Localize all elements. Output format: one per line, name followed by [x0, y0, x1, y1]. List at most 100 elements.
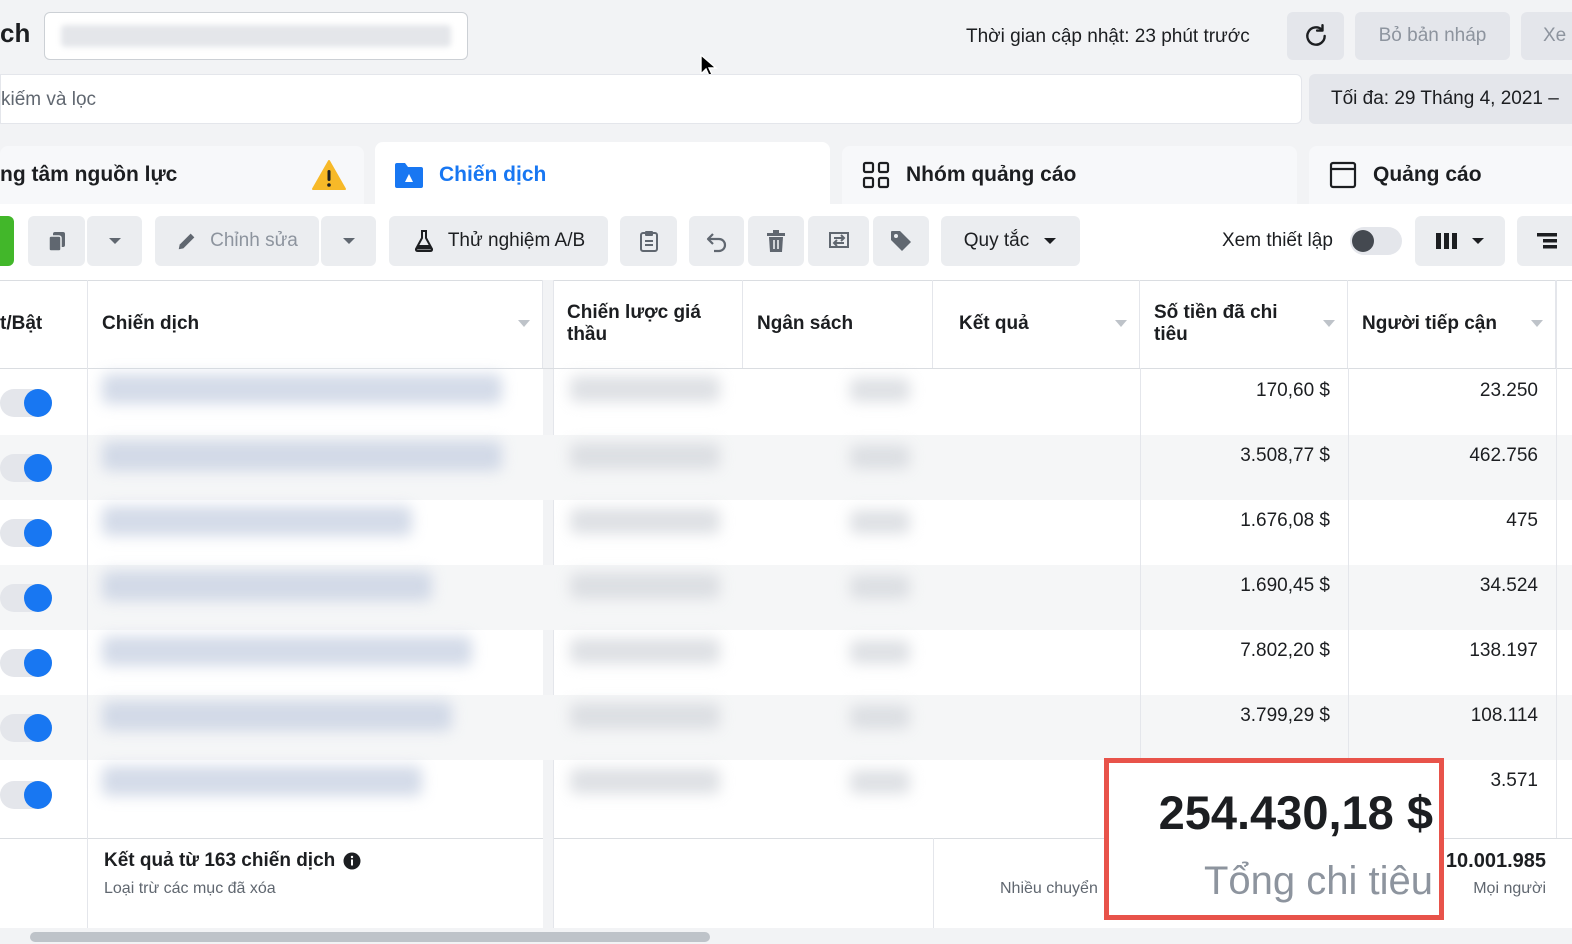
blurred-budget — [850, 445, 910, 469]
results-note: Nhiều chuyển — [1000, 880, 1098, 897]
spent-cell: 7.802,20 $ — [1240, 640, 1330, 661]
summary-title: Kết quả từ 163 chiến dịch — [104, 850, 361, 872]
blurred-budget — [850, 770, 910, 794]
export-button[interactable] — [808, 216, 869, 266]
blurred-budget — [850, 510, 910, 534]
view-setup-toggle[interactable] — [1350, 227, 1402, 255]
col-header-amount-spent[interactable]: Số tiền đã chi tiêu — [1140, 280, 1348, 368]
info-icon[interactable] — [343, 852, 361, 870]
col-header-toggle[interactable]: t/Bật — [0, 280, 88, 368]
search-filter-bar[interactable]: kiếm và lọc — [0, 74, 1302, 124]
table-row[interactable]: 1.690,45 $ 34.524 — [0, 565, 1572, 630]
tab-ads[interactable]: Quảng cáo — [1309, 146, 1572, 204]
campaign-name-input[interactable] — [44, 12, 468, 60]
blurred-campaign-name — [102, 374, 502, 404]
col-header-budget[interactable]: Ngân sách — [743, 280, 933, 368]
reach-cell: 108.114 — [1470, 705, 1538, 726]
undo-button[interactable] — [689, 216, 744, 266]
blurred-budget — [850, 378, 910, 402]
rules-label: Quy tắc — [963, 230, 1030, 251]
delete-button[interactable] — [748, 216, 804, 266]
table-row[interactable]: 1.676,08 $ 475 — [0, 500, 1572, 565]
toggle-knob — [24, 519, 52, 547]
table-row[interactable]: 3.508,77 $ 462.756 — [0, 435, 1572, 500]
header-divider — [0, 368, 1572, 369]
col-header-reach[interactable]: Người tiếp cận — [1348, 280, 1556, 368]
toggle-knob — [24, 454, 52, 482]
reach-cell: 23.250 — [1479, 380, 1538, 401]
blurred-bid — [570, 376, 720, 402]
blurred-campaign-name — [102, 571, 432, 601]
table-row[interactable]: 7.802,20 $ 138.197 — [0, 630, 1572, 695]
col-header-results[interactable]: Kết quả — [933, 280, 1140, 368]
blurred-bid — [570, 573, 720, 599]
ab-test-button[interactable]: Thử nghiệm A/B — [389, 216, 608, 266]
edit-button[interactable]: Chỉnh sửa — [155, 216, 319, 266]
duplicate-button[interactable] — [28, 216, 85, 266]
caret-down-icon — [1472, 238, 1484, 244]
toggle-knob — [1352, 230, 1374, 252]
tag-button[interactable] — [873, 216, 929, 266]
flask-icon — [414, 230, 433, 252]
blurred-bid — [570, 703, 720, 729]
duplicate-icon — [47, 232, 65, 252]
blurred-campaign-name — [102, 506, 412, 536]
campaign-toggle[interactable] — [0, 519, 52, 547]
reach-cell: 462.756 — [1469, 445, 1538, 466]
duplicate-dropdown[interactable] — [87, 216, 142, 266]
tab-label: Chiến dịch — [439, 163, 547, 186]
date-range-picker[interactable]: Tối đa: 29 Tháng 4, 2021 – — [1309, 74, 1572, 124]
spent-cell: 3.508,77 $ — [1240, 445, 1330, 466]
spent-cell: 1.676,08 $ — [1240, 510, 1330, 531]
export-icon — [828, 232, 849, 248]
sort-caret-icon — [1531, 320, 1543, 327]
col-header-campaign[interactable]: Chiến dịch — [88, 280, 543, 368]
campaign-toggle[interactable] — [0, 584, 52, 612]
refresh-button[interactable] — [1287, 12, 1344, 60]
tab-campaigns[interactable]: Chiến dịch — [375, 142, 830, 208]
sort-caret-icon — [518, 320, 530, 327]
warning-icon — [312, 160, 346, 190]
campaign-toggle[interactable] — [0, 454, 52, 482]
campaign-toggle[interactable] — [0, 649, 52, 677]
campaign-toggle[interactable] — [0, 781, 52, 809]
breakdown-button[interactable] — [1517, 216, 1572, 266]
reach-cell: 475 — [1506, 510, 1538, 531]
campaign-toggle[interactable] — [0, 714, 52, 742]
pencil-icon — [178, 233, 195, 250]
tab-label: Nhóm quảng cáo — [906, 163, 1077, 186]
column-divider — [87, 838, 88, 928]
rules-button[interactable]: Quy tắc — [941, 216, 1080, 266]
table-row[interactable]: 170,60 $ 23.250 — [0, 370, 1572, 435]
spent-cell: 1.690,45 $ — [1240, 575, 1330, 596]
blurred-campaign-name — [102, 701, 452, 731]
tab-ad-sets[interactable]: Nhóm quảng cáo — [842, 146, 1297, 204]
col-header-bid-strategy[interactable]: Chiến lược giá thầu — [553, 280, 743, 368]
total-spend-highlight: 254.430,18 $ Tổng chi tiêu — [1104, 758, 1444, 920]
edit-dropdown[interactable] — [321, 216, 376, 266]
review-button[interactable]: Xe — [1521, 12, 1572, 60]
clipboard-button[interactable] — [620, 216, 677, 266]
trash-icon — [767, 230, 785, 252]
page-title: ch — [0, 18, 31, 48]
blurred-campaign-name — [102, 636, 472, 666]
reach-cell: 138.197 — [1469, 640, 1538, 661]
campaign-folder-icon — [393, 159, 425, 191]
view-setup-label: Xem thiết lập — [1222, 230, 1333, 251]
caret-down-icon — [1044, 238, 1057, 244]
discard-draft-button[interactable]: Bỏ bản nháp — [1355, 12, 1510, 60]
horizontal-scrollbar[interactable] — [30, 932, 710, 942]
caret-down-icon — [108, 238, 121, 244]
breakdown-icon — [1537, 233, 1557, 249]
spent-cell: 170,60 $ — [1256, 380, 1330, 401]
column-splitter — [543, 838, 554, 928]
create-button[interactable] — [0, 216, 14, 266]
sort-caret-icon — [1323, 320, 1335, 327]
table-row[interactable]: 3.799,29 $ 108.114 — [0, 695, 1572, 760]
ab-test-label: Thử nghiệm A/B — [447, 230, 586, 251]
campaign-toggle[interactable] — [0, 389, 52, 417]
total-spent-label: Tổng chi tiêu — [1203, 859, 1433, 903]
toggle-knob — [24, 649, 52, 677]
columns-button[interactable] — [1415, 216, 1505, 266]
tab-resource-center[interactable]: ng tâm nguồn lực — [0, 146, 364, 204]
